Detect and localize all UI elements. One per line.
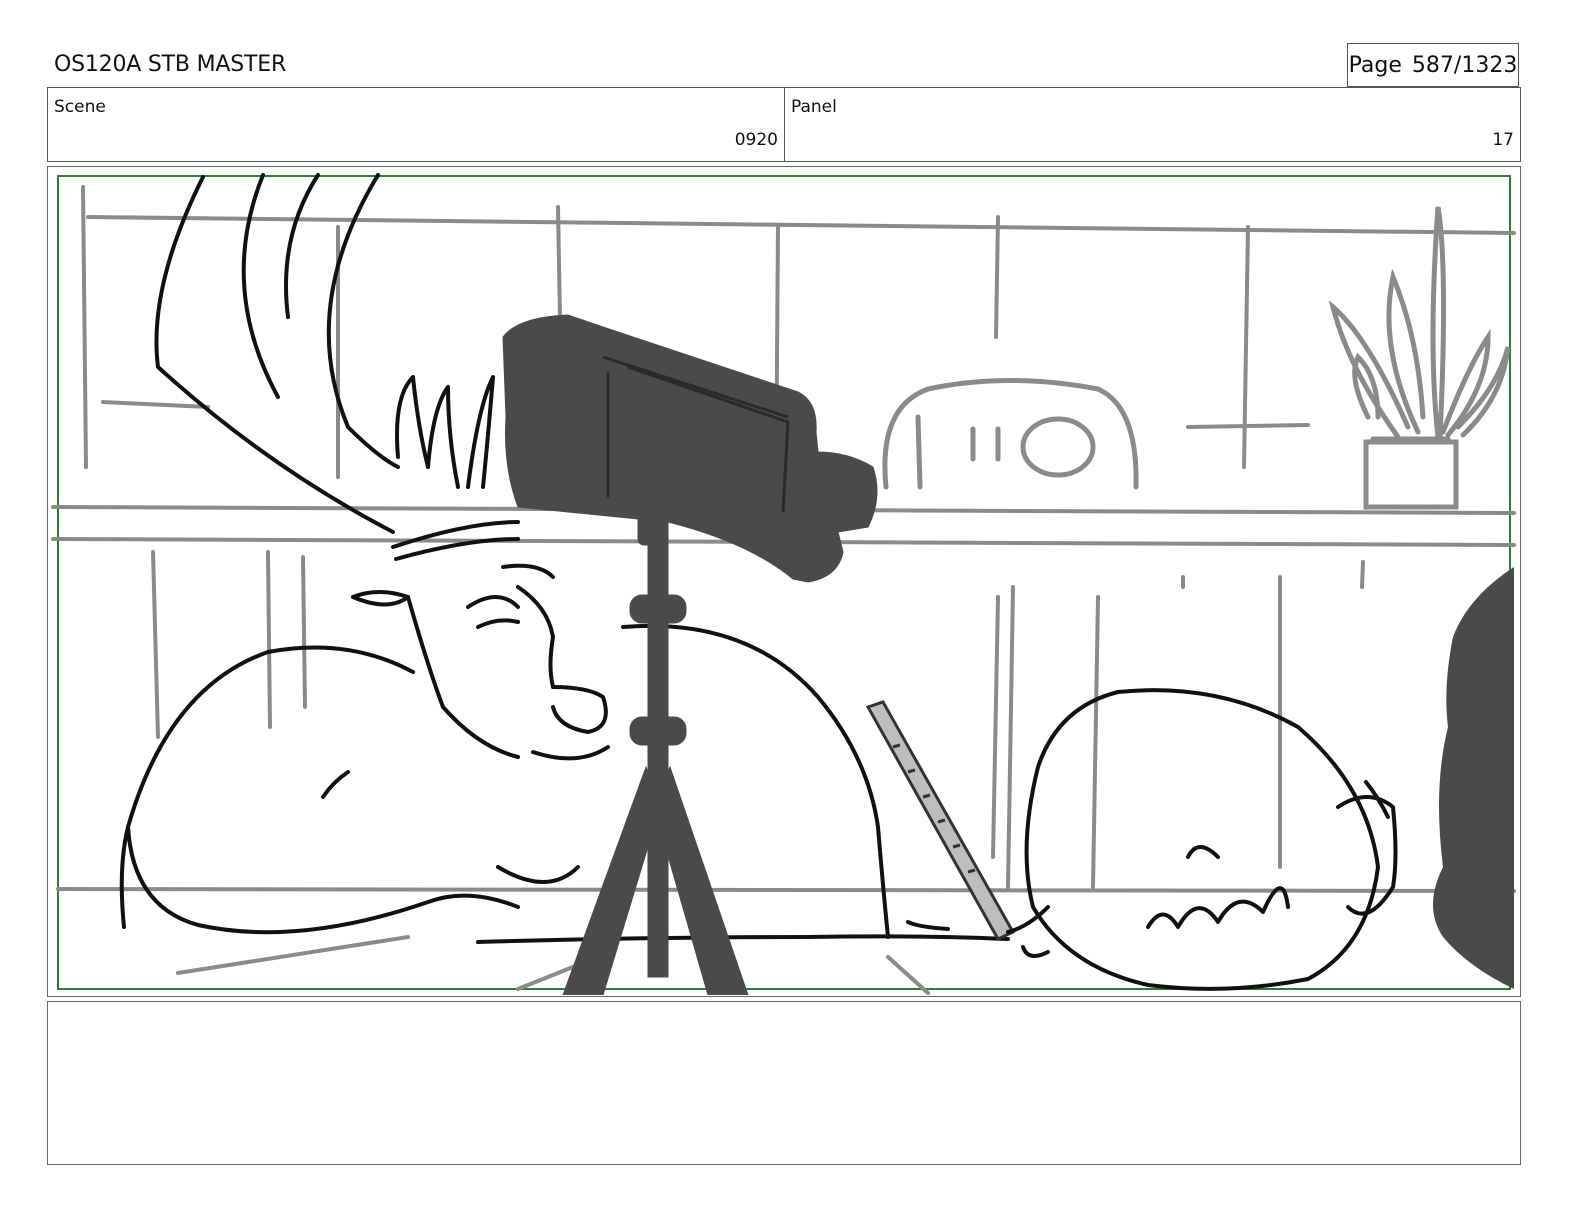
ruler-sketch xyxy=(865,700,1016,941)
scene-label: Scene xyxy=(54,97,106,117)
storyboard-frame xyxy=(47,166,1521,997)
scene-panel-header: Scene 0920 Panel 17 xyxy=(47,87,1521,162)
document-title: OS120A STB MASTER xyxy=(54,52,287,77)
panel-number: 17 xyxy=(1492,130,1514,150)
video-camera-shape xyxy=(502,314,878,995)
panel-cell: Panel 17 xyxy=(785,88,1520,161)
panel-label: Panel xyxy=(791,97,837,117)
page-indicator: Page 587/1323 xyxy=(1347,43,1519,87)
round-character-sketch xyxy=(1006,688,1398,991)
scene-cell: Scene 0920 xyxy=(48,88,785,161)
panel-notes-box xyxy=(47,1001,1521,1165)
background-sketch xyxy=(51,185,1516,995)
plant-sketch xyxy=(1328,206,1511,510)
page-number: 587/1323 xyxy=(1411,52,1518,78)
toaster-sketch xyxy=(882,378,1139,490)
safe-area-border xyxy=(57,175,1511,990)
page-label: Page xyxy=(1348,52,1402,78)
scene-number: 0920 xyxy=(734,130,778,150)
foreground-shadow-shape xyxy=(1433,567,1514,989)
storyboard-drawing xyxy=(51,173,1516,995)
deer-character-sketch xyxy=(119,173,1010,944)
